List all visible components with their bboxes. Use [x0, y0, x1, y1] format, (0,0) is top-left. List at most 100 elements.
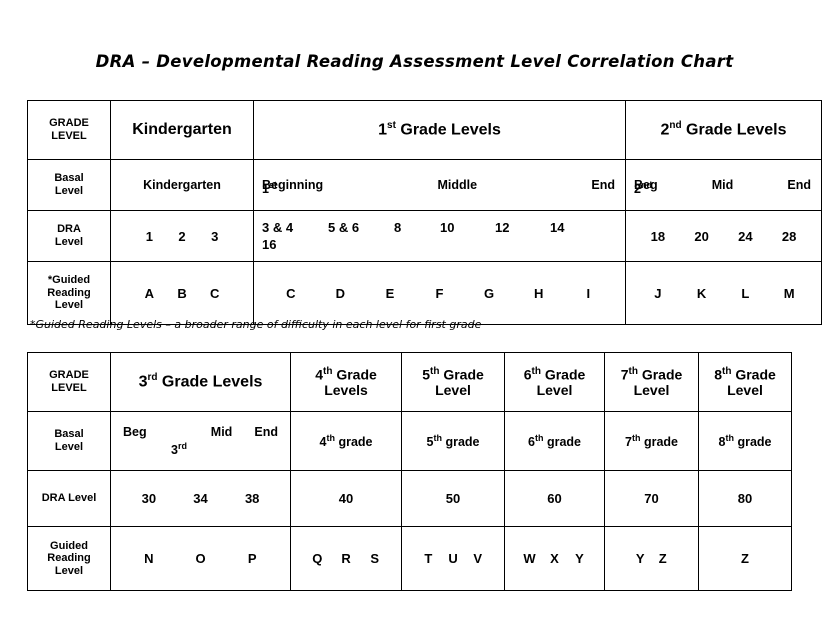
t2-guided-third-p: P — [247, 551, 257, 566]
row-label-guided-level: *Guided Reading Level — [27, 261, 111, 325]
dra-second-20: 20 — [694, 228, 709, 244]
dra-correlation-table-k-2: GRADE LEVEL Kindergarten 1st Grade Level… — [27, 100, 822, 325]
t2-basal-third-mid: Mid — [210, 424, 233, 439]
page-title: DRA – Developmental Reading Assessment L… — [95, 52, 734, 71]
t2-row-label-grade: GRADE LEVEL — [27, 352, 111, 412]
guided-first-g: G — [484, 285, 495, 301]
row-label-dra-line1: DRA — [57, 223, 81, 236]
t2-row-label-grade-line1: GRADE — [49, 369, 89, 382]
row-label-guided-line3: Level — [54, 299, 84, 312]
guided-first-d: D — [335, 285, 346, 301]
row-label-guided-line1: *Guided — [47, 274, 91, 287]
grade-header-second-sup: nd — [669, 120, 682, 132]
t2-basal-seventh: 7th grade — [604, 411, 699, 471]
dra-second-grade: 18 20 24 28 — [625, 210, 822, 262]
dra-first-3-4: 3 & 4 — [262, 220, 294, 235]
t2-grade-header-fifth-num: 5 — [422, 366, 430, 383]
table-row-dra-level: DRA Level 1 2 3 3 & 4 5 & 6 8 10 12 14 1… — [27, 210, 822, 262]
t2-basal-third-sub: 3rd — [123, 441, 278, 457]
table2-row-dra-level: DRA Level 30 34 38 40 50 60 70 80 — [27, 470, 792, 527]
dra-second-24: 24 — [738, 228, 753, 244]
document-page: DRA – Developmental Reading Assessment L… — [0, 0, 829, 640]
t2-grade-header-fourth-line2: Levels — [324, 382, 368, 399]
dra-first-12: 12 — [495, 220, 510, 235]
t2-row-label-guided-line2: Reading — [47, 552, 91, 565]
t2-grade-header-fourth: 4th Grade Levels — [290, 352, 402, 412]
t2-grade-header-third-sup: rd — [147, 372, 158, 384]
t2-guided-fifth-u: U — [448, 551, 458, 566]
t2-guided-fourth-q: Q — [312, 551, 323, 566]
guided-second-l: L — [741, 285, 750, 301]
t2-row-label-guided-line3: Level — [54, 564, 84, 577]
t2-basal-third-sub-sup: rd — [177, 440, 187, 451]
basal-first-sub: 1st — [254, 180, 277, 196]
t2-basal-eighth-sup: th — [725, 432, 734, 443]
basal-second-end: End — [787, 178, 811, 192]
t2-guided-sixth: W X Y — [504, 526, 605, 591]
guided-second-m: M — [783, 285, 795, 301]
t2-guided-fourth-s: S — [370, 551, 380, 566]
t2-basal-fourth-sup: th — [326, 432, 335, 443]
t2-basal-sixth-tail: grade — [543, 435, 581, 450]
row-label-dra-level: DRA Level — [27, 210, 111, 262]
dra-first-14: 14 — [550, 220, 565, 235]
guided-k-a: A — [144, 285, 155, 301]
dra-first-8: 8 — [394, 220, 402, 235]
t2-dra-sixth: 60 — [504, 470, 605, 527]
t2-grade-header-eighth-tail: Grade — [731, 366, 776, 383]
basal-first-sub-sup: st — [268, 180, 277, 190]
basal-second-sub: 2nd — [626, 180, 652, 196]
t2-basal-eighth-tail: grade — [733, 435, 772, 450]
guided-second-grade: J K L M — [625, 261, 822, 325]
t2-grade-header-eighth-num: 8 — [714, 366, 722, 383]
t2-basal-seventh-num: 7 — [625, 435, 632, 450]
t2-grade-header-fifth-line2: Level — [435, 382, 471, 399]
dra-k-2: 2 — [178, 228, 186, 244]
basal-second-mid: Mid — [711, 178, 734, 192]
guided-first-grade: C D E F G H I — [253, 261, 626, 325]
t2-basal-fifth-tail: grade — [441, 435, 480, 450]
dra-k-3: 3 — [211, 228, 219, 244]
grade-header-first: 1st Grade Levels — [253, 100, 626, 160]
row-label-basal-line1: Basal — [54, 172, 84, 185]
t2-dra-third-34: 34 — [193, 491, 208, 506]
guided-first-i: I — [586, 285, 591, 301]
dra-second-18: 18 — [650, 228, 666, 244]
t2-grade-header-seventh-line2: Level — [633, 382, 670, 399]
grade-header-first-sup: st — [387, 120, 396, 132]
t2-basal-sixth-num: 6 — [528, 435, 535, 450]
t2-basal-seventh-tail: grade — [640, 435, 678, 450]
basal-kindergarten: Kindergarten — [110, 159, 254, 211]
row-label-grade-line2: LEVEL — [51, 130, 87, 142]
row-label-basal-level: Basal Level — [27, 159, 111, 211]
basal-second-grade: Beg Mid End 2nd — [625, 159, 822, 211]
guided-first-f: F — [435, 285, 444, 301]
t2-guided-seventh: Y Z — [604, 526, 699, 591]
t2-guided-seventh-y: Y — [635, 551, 645, 566]
t2-grade-header-seventh-tail: Grade — [637, 366, 683, 383]
t2-guided-third-o: O — [195, 551, 206, 566]
t2-basal-eighth: 8th grade — [698, 411, 792, 471]
t2-guided-sixth-y: Y — [575, 551, 584, 566]
t2-row-label-grade-line2: LEVEL — [51, 382, 87, 394]
table-row-guided-reading-level: *Guided Reading Level A B C C D E F G H … — [27, 261, 822, 325]
table-row-basal-level: Basal Level Kindergarten Beginning Middl… — [27, 159, 822, 211]
dra-first-grade: 3 & 4 5 & 6 8 10 12 14 16 — [253, 210, 626, 262]
row-label-grade-line1: GRADE — [49, 117, 89, 130]
basal-first-sub-num: 1 — [262, 182, 269, 197]
t2-dra-eighth: 80 — [698, 470, 792, 527]
t2-basal-sixth: 6th grade — [504, 411, 605, 471]
dra-k-1: 1 — [145, 228, 153, 244]
t2-row-label-dra: DRA Level — [27, 470, 111, 527]
basal-first-middle: Middle — [437, 178, 478, 192]
guided-k-c: C — [209, 285, 220, 301]
t2-basal-third-end: End — [254, 424, 279, 439]
t2-grade-header-fourth-tail: Grade — [332, 366, 377, 383]
row-label-guided-line2: Reading — [47, 286, 91, 299]
t2-row-label-basal: Basal Level — [27, 411, 111, 471]
row-label-grade-level: GRADE LEVEL — [27, 100, 111, 160]
t2-dra-third: 30 34 38 — [110, 470, 291, 527]
t2-dra-third-38: 38 — [244, 491, 260, 506]
t2-basal-third: Beg Mid End 3rd — [110, 411, 291, 471]
t2-grade-header-fifth-tail: Grade — [439, 366, 484, 383]
